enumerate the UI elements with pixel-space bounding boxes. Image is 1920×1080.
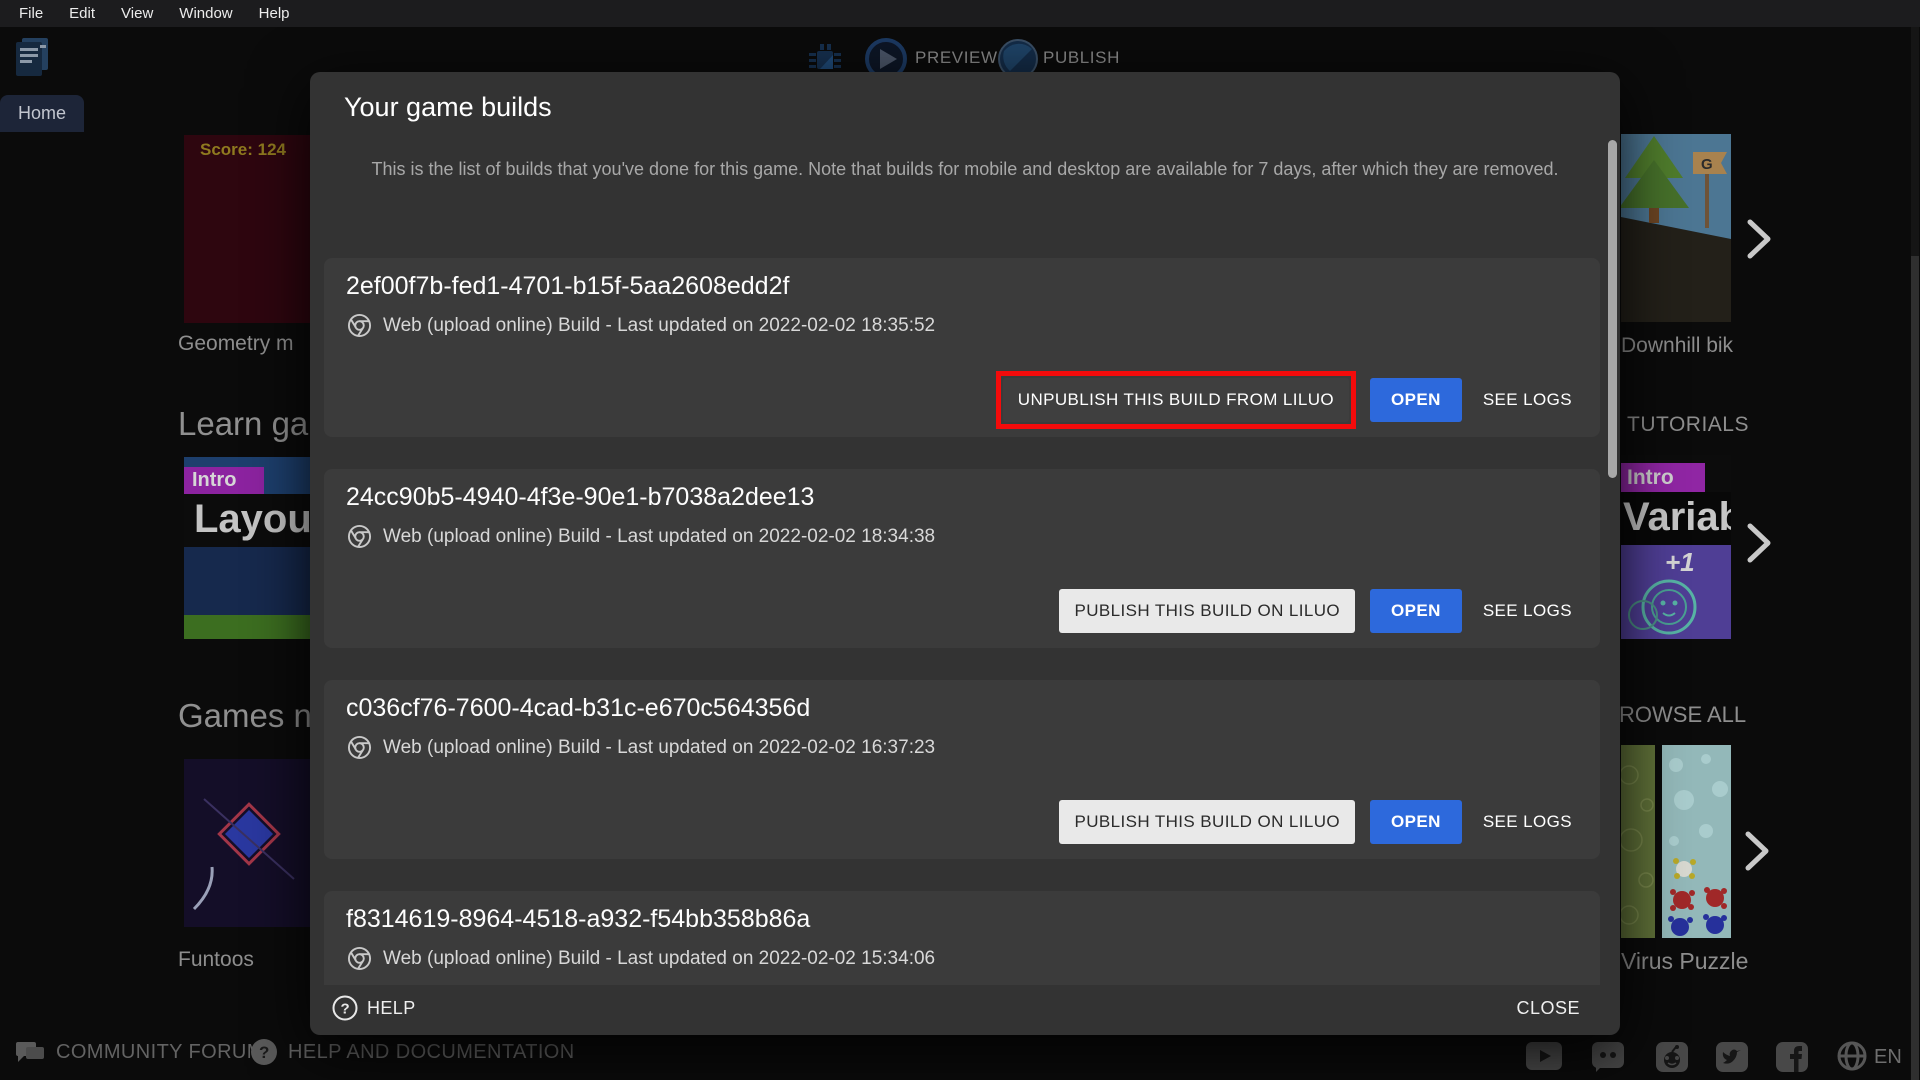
dialog-title: Your game builds [344,92,552,123]
game-thumbnail-downhill-bike[interactable]: G [1621,134,1731,322]
help-docs-button[interactable]: ? HELP AND DOCUMENTATION [250,1038,575,1066]
thumbnail-tile-right [1662,745,1731,938]
chrome-icon [346,312,373,339]
discord-icon[interactable] [1592,1042,1624,1077]
carousel-next-icon[interactable] [1742,216,1774,267]
help-circle-icon: ? [332,995,358,1021]
thumbnail-tile-left [1621,745,1655,938]
community-forums-button[interactable]: COMMUNITY FORUMS [14,1038,278,1066]
menu-file[interactable]: File [6,5,56,22]
see-logs-button[interactable]: SEE LOGS [1477,589,1578,633]
tutorial-intro-badge: Intro [1621,463,1705,492]
build-info-row: Web (upload online) Build - Last updated… [346,312,935,339]
game-thumbnail-geometry-monster[interactable] [184,135,310,323]
browse-all-link[interactable]: ROWSE ALL [1619,702,1746,728]
menu-help[interactable]: Help [246,5,303,22]
build-card: 24cc90b5-4940-4f3e-90e1-b7038a2dee13 Web… [324,469,1600,648]
project-icon[interactable] [14,36,50,85]
build-id: 2ef00f7b-fed1-4701-b15f-5aa2608edd2f [346,272,789,301]
menu-bar: File Edit View Window Help [0,0,1920,27]
dialog-footer: ? HELP CLOSE [310,985,1620,1035]
chrome-icon [346,523,373,550]
build-id: 24cc90b5-4940-4f3e-90e1-b7038a2dee13 [346,483,814,512]
facebook-icon[interactable] [1776,1042,1808,1077]
open-build-button[interactable]: OPEN [1370,800,1462,844]
build-card: c036cf76-7600-4cad-b31c-e670c564356d Web… [324,680,1600,859]
thumbnail-score-text: Score: 124 [200,140,286,160]
game-label-downhill-bike: Downhill bik [1621,334,1733,358]
youtube-icon[interactable] [1526,1042,1562,1075]
game-thumbnail-funtoos[interactable] [184,759,310,927]
game-label-geometry: Geometry m [178,332,294,356]
reddit-icon[interactable] [1656,1042,1688,1077]
thumbnail-art [184,547,310,615]
publish-build-button[interactable]: PUBLISH THIS BUILD ON LILUO [1059,800,1355,844]
globe-icon[interactable] [1836,1040,1868,1077]
preview-button[interactable]: PREVIEW [915,48,998,68]
build-info-text: Web (upload online) Build - Last updated… [383,315,935,337]
build-info-text: Web (upload online) Build - Last updated… [383,526,935,548]
build-info-text: Web (upload online) Build - Last updated… [383,948,935,970]
menu-view[interactable]: View [108,5,166,22]
twitter-icon[interactable] [1716,1042,1748,1077]
carousel-next-icon[interactable] [1740,828,1772,879]
unpublish-build-button[interactable]: UNPUBLISH THIS BUILD FROM LILUO [1003,378,1349,422]
tutorial-thumbnail-variables[interactable]: Intro Variab +1 [1621,455,1731,639]
chrome-icon [346,945,373,972]
tutorial-thumbnail-layouts[interactable]: Intro Layou [184,457,310,639]
chrome-icon [346,734,373,761]
section-heading-games: Games n [178,697,312,735]
dialog-scrollbar-thumb[interactable] [1608,140,1617,478]
game-builds-dialog: Your game builds This is the list of bui… [310,72,1620,1035]
svg-text:G: G [1701,156,1713,173]
tutorial-title-text: Layou [184,494,310,547]
thumbnail-grass [184,615,310,639]
help-button[interactable]: ? HELP [332,995,416,1021]
publish-build-button[interactable]: PUBLISH THIS BUILD ON LILUO [1059,589,1355,633]
build-info-text: Web (upload online) Build - Last updated… [383,737,935,759]
build-id: f8314619-8964-4518-a932-f54bb358b86a [346,905,810,934]
game-label-virus-puzzle: Virus Puzzle [1621,948,1748,975]
build-info-row: Web (upload online) Build - Last updated… [346,523,935,550]
build-id: c036cf76-7600-4cad-b31c-e670c564356d [346,694,810,723]
chat-icon [14,1038,46,1066]
svg-text:?: ? [259,1043,270,1062]
build-info-row: Web (upload online) Build - Last updated… [346,945,935,972]
build-card: 2ef00f7b-fed1-4701-b15f-5aa2608edd2f Web… [324,258,1600,437]
tutorial-title-text: Variab [1621,492,1731,545]
carousel-next-icon[interactable] [1742,520,1774,571]
question-circle-icon: ? [250,1038,278,1066]
open-build-button[interactable]: OPEN [1370,589,1462,633]
dialog-description: This is the list of builds that you've d… [370,156,1560,183]
tutorials-link[interactable]: TUTORIALS [1627,413,1749,437]
section-heading-learn: Learn ga [178,405,308,443]
language-selector[interactable]: EN [1874,1046,1902,1069]
page-scrollbar-thumb[interactable] [1911,256,1919,1080]
publish-button[interactable]: PUBLISH [1043,48,1120,68]
see-logs-button[interactable]: SEE LOGS [1477,378,1578,422]
game-thumbnail-virus-puzzle[interactable] [1621,745,1731,938]
tutorial-intro-badge: Intro [184,467,264,494]
game-label-funtoos: Funtoos [178,948,254,972]
thumbnail-art: +1 [1621,545,1731,639]
menu-window[interactable]: Window [166,5,245,22]
see-logs-button[interactable]: SEE LOGS [1477,800,1578,844]
annotation-highlight-box: UNPUBLISH THIS BUILD FROM LILUO [996,371,1356,429]
build-card: f8314619-8964-4518-a932-f54bb358b86a Web… [324,891,1600,985]
builds-list: 2ef00f7b-fed1-4701-b15f-5aa2608edd2f Web… [310,212,1620,985]
community-forums-label: COMMUNITY FORUMS [56,1041,278,1064]
build-info-row: Web (upload online) Build - Last updated… [346,734,935,761]
menu-edit[interactable]: Edit [56,5,108,22]
open-build-button[interactable]: OPEN [1370,378,1462,422]
tab-home[interactable]: Home [0,95,84,132]
help-docs-label: HELP AND DOCUMENTATION [288,1041,575,1064]
svg-text:?: ? [341,1001,351,1018]
help-label: HELP [367,998,416,1019]
close-button[interactable]: CLOSE [1516,998,1580,1019]
